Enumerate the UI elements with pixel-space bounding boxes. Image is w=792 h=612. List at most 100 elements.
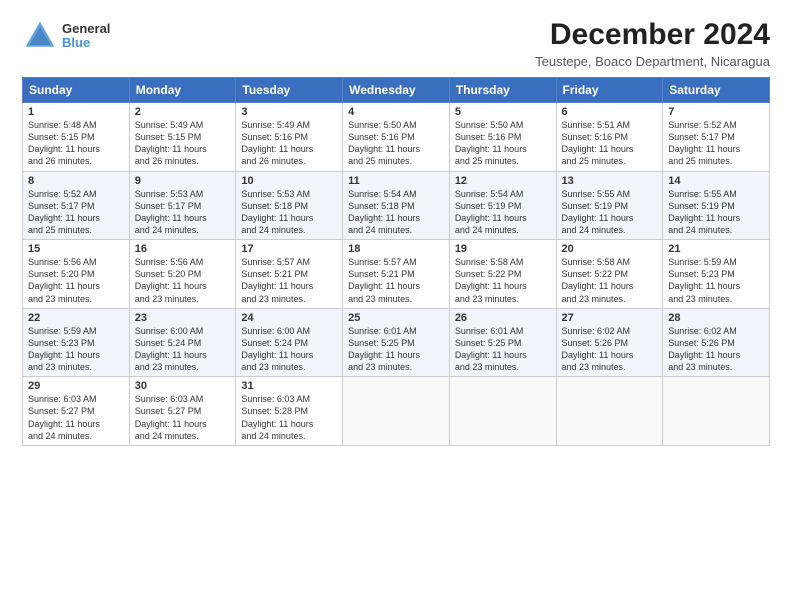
day-number: 3	[241, 106, 337, 118]
day-cell: 7Sunrise: 5:52 AM Sunset: 5:17 PM Daylig…	[663, 103, 770, 172]
day-number: 4	[348, 106, 444, 118]
subtitle: Teustepe, Boaco Department, Nicaragua	[535, 54, 770, 69]
day-cell: 18Sunrise: 5:57 AM Sunset: 5:21 PM Dayli…	[343, 240, 450, 309]
day-number: 2	[135, 106, 231, 118]
main-title: December 2024	[535, 18, 770, 52]
day-number: 16	[135, 243, 231, 255]
day-cell: 23Sunrise: 6:00 AM Sunset: 5:24 PM Dayli…	[129, 308, 236, 377]
day-info: Sunrise: 5:48 AM Sunset: 5:15 PM Dayligh…	[28, 119, 124, 168]
day-number: 21	[668, 243, 764, 255]
day-cell: 4Sunrise: 5:50 AM Sunset: 5:16 PM Daylig…	[343, 103, 450, 172]
day-info: Sunrise: 6:01 AM Sunset: 5:25 PM Dayligh…	[455, 325, 551, 374]
day-cell: 26Sunrise: 6:01 AM Sunset: 5:25 PM Dayli…	[449, 308, 556, 377]
day-cell: 29Sunrise: 6:03 AM Sunset: 5:27 PM Dayli…	[23, 377, 130, 446]
calendar-table: SundayMondayTuesdayWednesdayThursdayFrid…	[22, 77, 770, 446]
day-info: Sunrise: 5:58 AM Sunset: 5:22 PM Dayligh…	[455, 256, 551, 305]
day-info: Sunrise: 6:02 AM Sunset: 5:26 PM Dayligh…	[668, 325, 764, 374]
day-info: Sunrise: 5:51 AM Sunset: 5:16 PM Dayligh…	[562, 119, 658, 168]
header-cell-sunday: Sunday	[23, 78, 130, 103]
day-info: Sunrise: 5:59 AM Sunset: 5:23 PM Dayligh…	[668, 256, 764, 305]
day-number: 20	[562, 243, 658, 255]
day-info: Sunrise: 5:57 AM Sunset: 5:21 PM Dayligh…	[241, 256, 337, 305]
day-cell: 17Sunrise: 5:57 AM Sunset: 5:21 PM Dayli…	[236, 240, 343, 309]
day-number: 22	[28, 312, 124, 324]
day-cell: 30Sunrise: 6:03 AM Sunset: 5:27 PM Dayli…	[129, 377, 236, 446]
title-block: December 2024 Teustepe, Boaco Department…	[535, 18, 770, 69]
header-cell-tuesday: Tuesday	[236, 78, 343, 103]
header-cell-thursday: Thursday	[449, 78, 556, 103]
day-cell: 2Sunrise: 5:49 AM Sunset: 5:15 PM Daylig…	[129, 103, 236, 172]
day-info: Sunrise: 6:01 AM Sunset: 5:25 PM Dayligh…	[348, 325, 444, 374]
day-info: Sunrise: 5:55 AM Sunset: 5:19 PM Dayligh…	[562, 188, 658, 237]
day-cell: 1Sunrise: 5:48 AM Sunset: 5:15 PM Daylig…	[23, 103, 130, 172]
day-info: Sunrise: 5:57 AM Sunset: 5:21 PM Dayligh…	[348, 256, 444, 305]
day-number: 28	[668, 312, 764, 324]
day-number: 19	[455, 243, 551, 255]
week-row-4: 22Sunrise: 5:59 AM Sunset: 5:23 PM Dayli…	[23, 308, 770, 377]
logo: General Blue	[22, 18, 110, 54]
day-cell: 6Sunrise: 5:51 AM Sunset: 5:16 PM Daylig…	[556, 103, 663, 172]
day-cell: 10Sunrise: 5:53 AM Sunset: 5:18 PM Dayli…	[236, 171, 343, 240]
calendar-body: 1Sunrise: 5:48 AM Sunset: 5:15 PM Daylig…	[23, 103, 770, 446]
day-number: 18	[348, 243, 444, 255]
day-info: Sunrise: 5:52 AM Sunset: 5:17 PM Dayligh…	[28, 188, 124, 237]
day-info: Sunrise: 5:58 AM Sunset: 5:22 PM Dayligh…	[562, 256, 658, 305]
day-cell: 12Sunrise: 5:54 AM Sunset: 5:19 PM Dayli…	[449, 171, 556, 240]
day-cell: 24Sunrise: 6:00 AM Sunset: 5:24 PM Dayli…	[236, 308, 343, 377]
day-info: Sunrise: 5:50 AM Sunset: 5:16 PM Dayligh…	[348, 119, 444, 168]
day-cell: 16Sunrise: 5:56 AM Sunset: 5:20 PM Dayli…	[129, 240, 236, 309]
day-cell: 15Sunrise: 5:56 AM Sunset: 5:20 PM Dayli…	[23, 240, 130, 309]
header-cell-saturday: Saturday	[663, 78, 770, 103]
day-info: Sunrise: 5:53 AM Sunset: 5:17 PM Dayligh…	[135, 188, 231, 237]
day-info: Sunrise: 6:03 AM Sunset: 5:28 PM Dayligh…	[241, 393, 337, 442]
day-number: 6	[562, 106, 658, 118]
day-info: Sunrise: 5:49 AM Sunset: 5:15 PM Dayligh…	[135, 119, 231, 168]
day-cell: 31Sunrise: 6:03 AM Sunset: 5:28 PM Dayli…	[236, 377, 343, 446]
day-number: 29	[28, 380, 124, 392]
day-number: 25	[348, 312, 444, 324]
day-number: 26	[455, 312, 551, 324]
header-row: SundayMondayTuesdayWednesdayThursdayFrid…	[23, 78, 770, 103]
day-info: Sunrise: 6:02 AM Sunset: 5:26 PM Dayligh…	[562, 325, 658, 374]
day-info: Sunrise: 5:59 AM Sunset: 5:23 PM Dayligh…	[28, 325, 124, 374]
day-cell	[556, 377, 663, 446]
header: General Blue December 2024 Teustepe, Boa…	[22, 18, 770, 69]
day-info: Sunrise: 5:54 AM Sunset: 5:19 PM Dayligh…	[455, 188, 551, 237]
day-number: 11	[348, 175, 444, 187]
day-info: Sunrise: 5:55 AM Sunset: 5:19 PM Dayligh…	[668, 188, 764, 237]
day-number: 23	[135, 312, 231, 324]
day-cell: 9Sunrise: 5:53 AM Sunset: 5:17 PM Daylig…	[129, 171, 236, 240]
day-cell: 25Sunrise: 6:01 AM Sunset: 5:25 PM Dayli…	[343, 308, 450, 377]
day-number: 31	[241, 380, 337, 392]
day-number: 30	[135, 380, 231, 392]
day-number: 8	[28, 175, 124, 187]
day-cell	[663, 377, 770, 446]
day-cell: 8Sunrise: 5:52 AM Sunset: 5:17 PM Daylig…	[23, 171, 130, 240]
day-number: 7	[668, 106, 764, 118]
day-info: Sunrise: 6:03 AM Sunset: 5:27 PM Dayligh…	[28, 393, 124, 442]
day-cell	[449, 377, 556, 446]
logo-icon	[22, 18, 58, 54]
logo-line2: Blue	[62, 36, 110, 50]
header-cell-wednesday: Wednesday	[343, 78, 450, 103]
week-row-5: 29Sunrise: 6:03 AM Sunset: 5:27 PM Dayli…	[23, 377, 770, 446]
day-cell: 11Sunrise: 5:54 AM Sunset: 5:18 PM Dayli…	[343, 171, 450, 240]
logo-text: General Blue	[62, 22, 110, 51]
day-info: Sunrise: 5:53 AM Sunset: 5:18 PM Dayligh…	[241, 188, 337, 237]
day-cell: 5Sunrise: 5:50 AM Sunset: 5:16 PM Daylig…	[449, 103, 556, 172]
week-row-1: 1Sunrise: 5:48 AM Sunset: 5:15 PM Daylig…	[23, 103, 770, 172]
day-info: Sunrise: 6:03 AM Sunset: 5:27 PM Dayligh…	[135, 393, 231, 442]
day-number: 27	[562, 312, 658, 324]
day-info: Sunrise: 5:52 AM Sunset: 5:17 PM Dayligh…	[668, 119, 764, 168]
day-info: Sunrise: 5:56 AM Sunset: 5:20 PM Dayligh…	[28, 256, 124, 305]
day-cell: 22Sunrise: 5:59 AM Sunset: 5:23 PM Dayli…	[23, 308, 130, 377]
day-number: 1	[28, 106, 124, 118]
day-cell: 20Sunrise: 5:58 AM Sunset: 5:22 PM Dayli…	[556, 240, 663, 309]
day-number: 15	[28, 243, 124, 255]
day-info: Sunrise: 5:49 AM Sunset: 5:16 PM Dayligh…	[241, 119, 337, 168]
header-cell-monday: Monday	[129, 78, 236, 103]
day-number: 14	[668, 175, 764, 187]
day-cell: 14Sunrise: 5:55 AM Sunset: 5:19 PM Dayli…	[663, 171, 770, 240]
day-info: Sunrise: 5:56 AM Sunset: 5:20 PM Dayligh…	[135, 256, 231, 305]
logo-line1: General	[62, 22, 110, 36]
